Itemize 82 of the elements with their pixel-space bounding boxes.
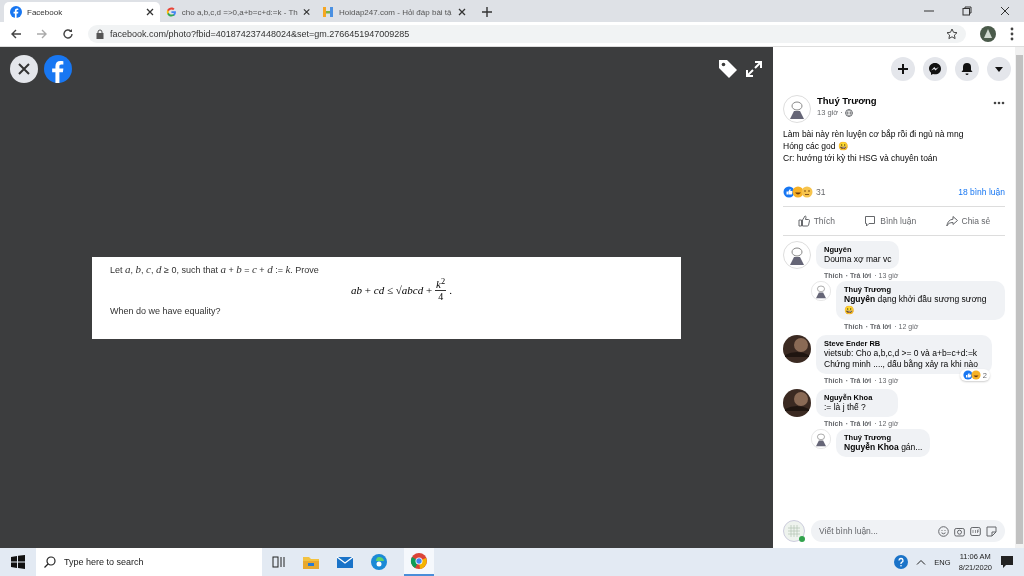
camera-icon[interactable] xyxy=(954,525,965,537)
formula-left-side: ab + cd ≤ √abcd + xyxy=(351,283,433,296)
post-text-line: Hóng các god 😀 xyxy=(783,140,850,152)
close-icon[interactable] xyxy=(1000,6,1010,16)
tab-title: cho a,b,c,d =>0,a+b=c+d:=k - Th xyxy=(181,7,298,17)
period: . xyxy=(449,283,452,296)
reaction-count[interactable]: 31 xyxy=(816,187,826,197)
back-icon[interactable] xyxy=(10,28,22,40)
comment-text: Nguyễn Khoa gán... xyxy=(844,442,923,453)
author-name[interactable]: Thuý Trương xyxy=(817,95,987,106)
avatar-drawing[interactable] xyxy=(783,241,811,269)
google-icon xyxy=(166,6,177,18)
new-tab-icon[interactable] xyxy=(482,7,492,17)
chrome-icon xyxy=(410,552,428,570)
gif-icon[interactable] xyxy=(970,525,981,537)
search-placeholder: Type here to search xyxy=(64,557,144,567)
post-text-line: Làm bài này rèn luyện cơ bắp rồi đi ngủ nà mng xyxy=(783,128,965,140)
help-icon[interactable] xyxy=(894,555,909,569)
problem-text: Let a, b, c, d ≥ 0, such that a + b = c + d := k. Prove xyxy=(110,263,320,275)
comment-text: Douma xợ mar vc xyxy=(824,254,892,265)
avatar-drawing[interactable] xyxy=(783,520,805,542)
comment-text: := là j thế ? xyxy=(824,402,867,413)
question-text: When do we have equality? xyxy=(110,306,222,317)
site-icon xyxy=(322,6,334,18)
comment-count-link[interactable]: 18 bình luận xyxy=(958,187,1005,197)
close-icon[interactable] xyxy=(302,8,310,16)
file-explorer-icon[interactable] xyxy=(302,554,320,570)
avatar-drawing[interactable] xyxy=(811,429,831,449)
speech-bubble-icon xyxy=(864,215,877,227)
search-icon xyxy=(44,556,56,568)
tag-icon[interactable] xyxy=(717,58,739,80)
placeholder-text: Viết bình luận... xyxy=(819,526,878,536)
close-icon[interactable] xyxy=(10,55,38,83)
tab-title: Facebook xyxy=(27,7,64,17)
smiley-icon[interactable] xyxy=(938,525,949,537)
close-icon[interactable] xyxy=(146,8,154,16)
facebook-logo-icon[interactable] xyxy=(44,55,72,83)
share-arrow-icon xyxy=(945,215,958,227)
comment-text: vietsub: Cho a,b,c,d >= 0 và a+b=c+d:=k Chứng minh ...., dấu bằng xảy ra khi nào xyxy=(824,348,980,370)
reaction-icons xyxy=(962,370,981,380)
close-icon[interactable] xyxy=(458,8,466,16)
comment-field[interactable]: Viết bình luận... xyxy=(811,520,1005,542)
reload-icon[interactable] xyxy=(62,28,74,40)
reaction-icons[interactable] xyxy=(783,186,813,198)
comment-text: Nguyên dạng khởi đầu sương sương 😀 xyxy=(844,294,988,316)
denominator: 4 xyxy=(438,291,444,303)
online-status-icon xyxy=(799,536,805,542)
globe-icon xyxy=(844,108,853,117)
notification-icon[interactable] xyxy=(1000,555,1014,569)
facebook-icon xyxy=(10,6,22,18)
scrollbar[interactable] xyxy=(1015,47,1024,548)
thumbs-up-icon xyxy=(797,215,810,227)
taskbar-app-button[interactable] xyxy=(404,548,434,576)
maximize-icon[interactable] xyxy=(962,6,972,16)
mail-icon[interactable] xyxy=(336,554,354,570)
windows-start-icon[interactable] xyxy=(11,555,25,569)
chevron-up-icon[interactable] xyxy=(916,559,927,565)
numerator: k$^{2}$ xyxy=(435,277,447,292)
messenger-icon[interactable] xyxy=(923,57,947,81)
tab-title: Hoidap247.com - Hỏi đáp bài tậ xyxy=(339,7,453,17)
sticker-icon[interactable] xyxy=(986,525,997,537)
caret-icon[interactable] xyxy=(987,57,1011,81)
more-icon[interactable] xyxy=(993,101,1005,105)
address-field[interactable]: facebook.com/photo?fbid=401874237448024&set=gm.2766451947009285 xyxy=(88,25,966,43)
more-icon[interactable] xyxy=(1010,27,1014,41)
star-icon[interactable] xyxy=(946,28,958,40)
url-text: facebook.com/photo?fbid=401874237448024&set=gm.2766451947009285 xyxy=(110,29,410,39)
task-view-icon[interactable] xyxy=(272,555,286,569)
avatar-drawing[interactable] xyxy=(811,281,831,301)
bell-icon[interactable] xyxy=(955,57,979,81)
avatar-drawing[interactable] xyxy=(783,95,811,123)
edge-icon[interactable] xyxy=(370,553,388,571)
lock-icon xyxy=(96,29,104,39)
forward-icon xyxy=(36,28,48,40)
fullscreen-icon[interactable] xyxy=(745,60,763,78)
browser-tab[interactable]: Hoidap247.com - Hỏi đáp bài tậ xyxy=(316,2,472,22)
browser-tab[interactable]: Facebook xyxy=(4,2,160,22)
browser-tab[interactable]: cho a,b,c,d =>0,a+b=c+d:=k - Th xyxy=(160,2,316,22)
profile-avatar-icon[interactable] xyxy=(980,26,996,42)
taskbar-search-field[interactable]: Type here to search xyxy=(36,548,262,576)
post-text-line: Cr: hướng tới kỳ thi HSG và chuyên toán xyxy=(783,152,939,164)
plus-icon[interactable] xyxy=(891,57,915,81)
